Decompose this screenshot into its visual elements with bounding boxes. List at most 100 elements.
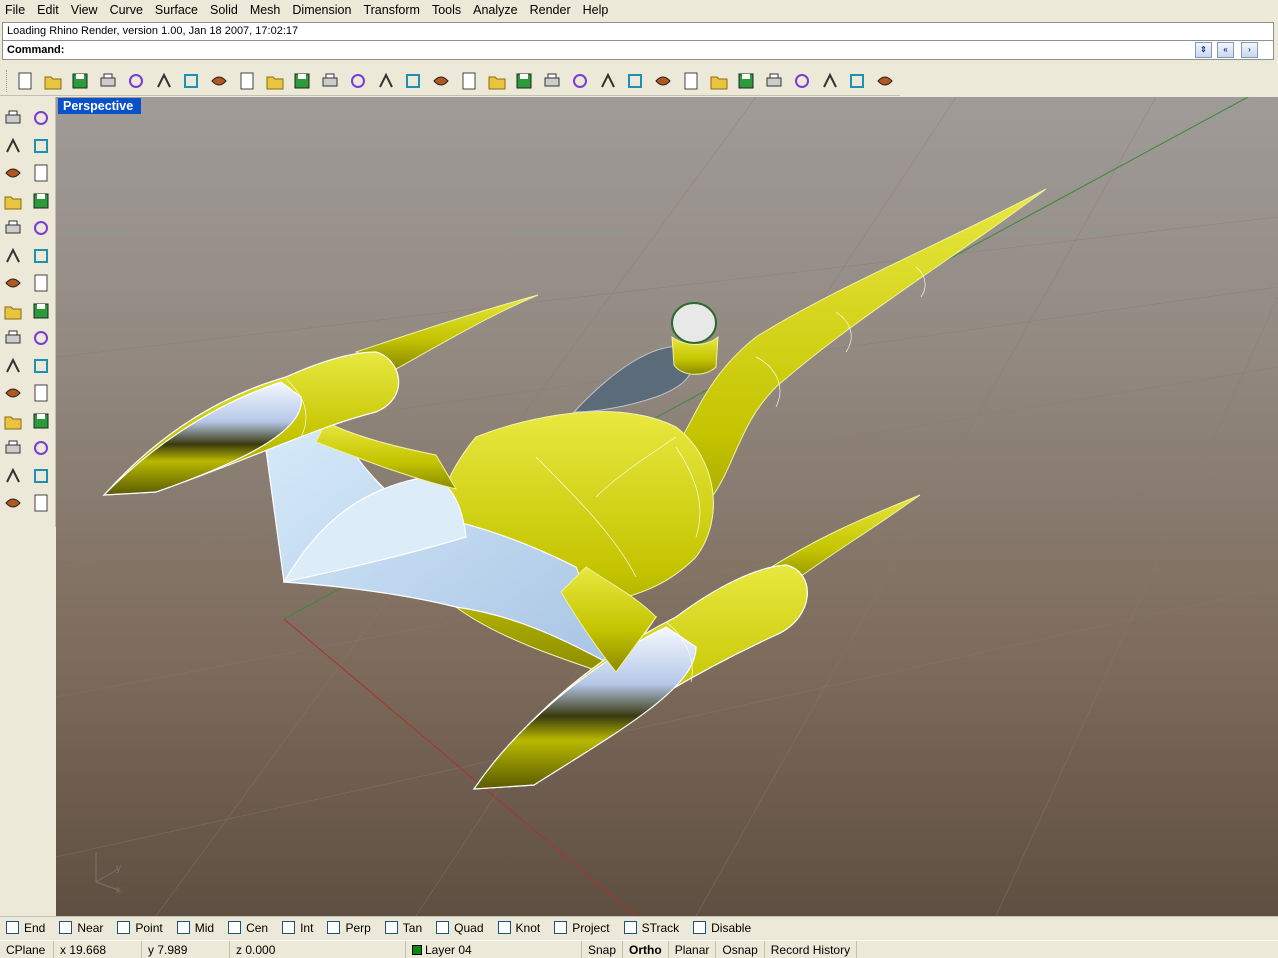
menu-solid[interactable]: Solid — [205, 0, 245, 20]
rectangle-icon[interactable] — [28, 188, 54, 214]
surface-icon[interactable] — [0, 243, 26, 269]
osnap-checkbox[interactable] — [327, 921, 341, 934]
join-icon[interactable] — [28, 408, 54, 434]
open-icon[interactable] — [40, 68, 66, 94]
perspective-viewport[interactable]: y x Perspective — [56, 97, 1278, 916]
history-back-icon[interactable]: « — [1217, 42, 1234, 58]
curve-edit-icon[interactable] — [0, 408, 26, 434]
menu-dimension[interactable]: Dimension — [287, 0, 358, 20]
osnap-perp[interactable]: Perp — [327, 921, 371, 935]
status-ortho[interactable]: Ortho — [623, 940, 669, 958]
osnap-checkbox[interactable] — [117, 921, 131, 934]
osnap-near[interactable]: Near — [59, 921, 103, 935]
copy-icon[interactable] — [178, 68, 204, 94]
render-sphere-icon[interactable] — [761, 68, 787, 94]
status-layer[interactable]: Layer 04 — [406, 940, 582, 958]
menu-transform[interactable]: Transform — [358, 0, 427, 20]
menu-analyze[interactable]: Analyze — [468, 0, 524, 20]
new-icon[interactable] — [12, 68, 38, 94]
copy-to-clipboard-icon[interactable] — [123, 68, 149, 94]
osnap-checkbox[interactable] — [554, 921, 568, 934]
circle-icon[interactable] — [0, 160, 26, 186]
revolve-icon[interactable] — [28, 243, 54, 269]
menu-edit[interactable]: Edit — [32, 0, 66, 20]
osnap-checkbox[interactable] — [693, 921, 707, 934]
trim-icon[interactable] — [0, 353, 26, 379]
viewport-scene[interactable]: y x — [56, 97, 1278, 916]
box-icon[interactable] — [0, 270, 26, 296]
arc-icon[interactable] — [28, 160, 54, 186]
osnap-checkbox[interactable] — [282, 921, 296, 934]
osnap-knot[interactable]: Knot — [497, 921, 540, 935]
light-icon[interactable] — [595, 68, 621, 94]
menu-help[interactable]: Help — [578, 0, 616, 20]
osnap-strack[interactable]: STrack — [623, 921, 679, 935]
osnap-int[interactable]: Int — [282, 921, 313, 935]
status-cplane[interactable]: CPlane — [0, 940, 54, 958]
fillet-icon[interactable] — [28, 215, 54, 241]
status-snap[interactable]: Snap — [582, 940, 624, 958]
menu-render[interactable]: Render — [525, 0, 578, 20]
shade-icon[interactable] — [706, 68, 732, 94]
menu-view[interactable]: View — [66, 0, 105, 20]
sphere-icon[interactable] — [28, 270, 54, 296]
car-render-icon[interactable] — [484, 68, 510, 94]
osnap-disable[interactable]: Disable — [693, 921, 751, 935]
layer-icon[interactable] — [28, 490, 54, 516]
osnap-checkbox[interactable] — [176, 921, 190, 934]
osnap-end[interactable]: End — [6, 921, 45, 935]
paste-icon[interactable] — [206, 68, 232, 94]
text-icon[interactable] — [0, 435, 26, 461]
osnap-checkbox[interactable] — [436, 921, 450, 934]
lock-icon[interactable] — [622, 68, 648, 94]
snap-icon[interactable] — [567, 68, 593, 94]
command-line[interactable]: Command: ⇕ « › — [2, 40, 1274, 60]
layer-icon[interactable] — [650, 68, 676, 94]
history-scroll-icon[interactable]: ⇕ — [1195, 42, 1212, 58]
tool-icon[interactable] — [789, 68, 815, 94]
mesh-icon[interactable] — [28, 298, 54, 324]
osnap-checkbox[interactable] — [384, 921, 398, 934]
status-planar[interactable]: Planar — [669, 940, 717, 958]
transform-icon[interactable] — [0, 325, 26, 351]
osnap-cen[interactable]: Cen — [228, 921, 268, 935]
reset-view-icon[interactable] — [428, 68, 454, 94]
status-osnap[interactable]: Osnap — [716, 940, 765, 958]
osnap-checkbox[interactable] — [497, 921, 511, 934]
toolbar-grip[interactable] — [6, 70, 9, 92]
ellipse-icon[interactable] — [0, 215, 26, 241]
split-icon[interactable] — [28, 353, 54, 379]
menu-surface[interactable]: Surface — [150, 0, 205, 20]
viewport-title[interactable]: Perspective — [58, 98, 142, 114]
dimension-icon[interactable] — [844, 68, 870, 94]
save-icon[interactable] — [67, 68, 93, 94]
point-icon[interactable] — [28, 105, 54, 131]
boolean-icon[interactable] — [0, 380, 26, 406]
polyline-icon[interactable] — [0, 133, 26, 159]
osnap-project[interactable]: Project — [554, 921, 610, 935]
cylinder-icon[interactable] — [0, 298, 26, 324]
cut-icon[interactable] — [151, 68, 177, 94]
osnap-point[interactable]: Point — [117, 921, 163, 935]
analyze-icon[interactable] — [28, 463, 54, 489]
zoom-window-icon[interactable] — [345, 68, 371, 94]
osnap-mid[interactable]: Mid — [176, 921, 214, 935]
pan-icon[interactable] — [262, 68, 288, 94]
history-forward-icon[interactable]: › — [1241, 42, 1258, 58]
menu-file[interactable]: File — [0, 0, 32, 20]
point-icon[interactable] — [539, 68, 565, 94]
menu-tools[interactable]: Tools — [427, 0, 468, 20]
select-icon[interactable] — [0, 105, 26, 131]
print-icon[interactable] — [95, 68, 121, 94]
zoom-icon[interactable] — [317, 68, 343, 94]
osnap-tan[interactable]: Tan — [384, 921, 422, 935]
ghost-icon[interactable] — [733, 68, 759, 94]
osnap-checkbox[interactable] — [59, 921, 73, 934]
rotate-view-icon[interactable] — [289, 68, 315, 94]
explode-icon[interactable] — [28, 325, 54, 351]
settings-icon[interactable] — [817, 68, 843, 94]
color-wheel-icon[interactable] — [678, 68, 704, 94]
group-icon[interactable] — [28, 380, 54, 406]
polygon-icon[interactable] — [0, 188, 26, 214]
osnap-checkbox[interactable] — [228, 921, 242, 934]
